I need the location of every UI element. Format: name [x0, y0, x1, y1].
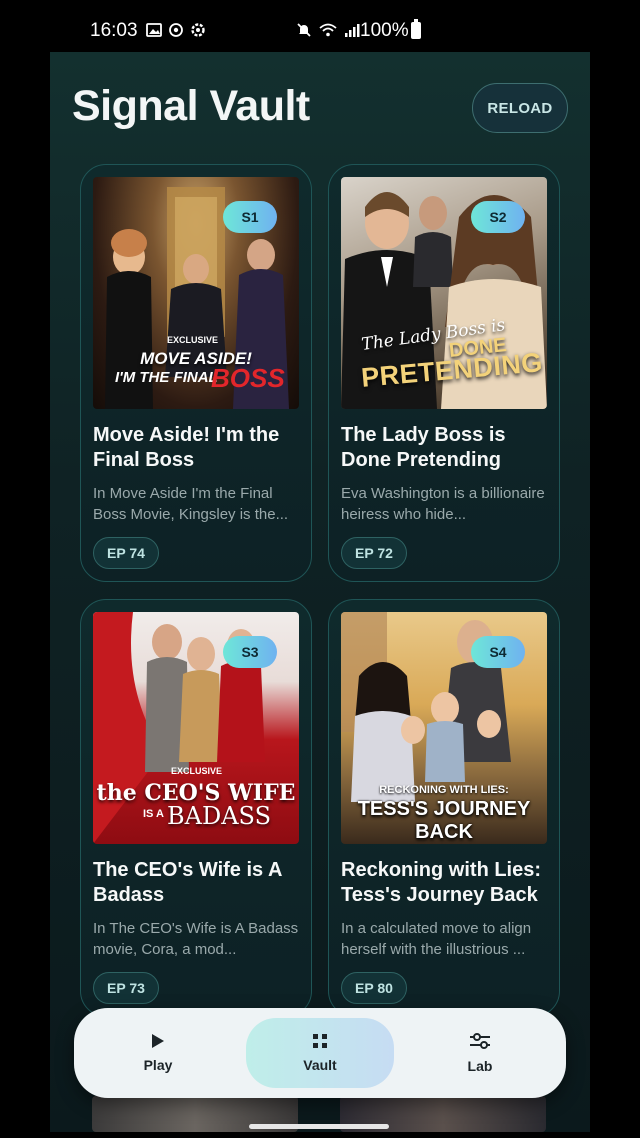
- poster-exclusive-label: EXCLUSIVE: [167, 335, 219, 345]
- poster-image: EXCLUSIVE the CEO'S WIFE IS A BADASS S3: [93, 612, 299, 844]
- app-screen: Signal Vault RELOAD EXCLUSIVE MOVE ASIDE…: [50, 52, 590, 1132]
- home-indicator[interactable]: [249, 1124, 389, 1129]
- nav-item-lab[interactable]: Lab: [406, 1018, 554, 1088]
- card-title: Reckoning with Lies: Tess's Journey Back: [341, 859, 542, 906]
- poster-image: EXCLUSIVE MOVE ASIDE! I'M THE FINAL BOSS…: [93, 177, 299, 409]
- sync-icon: [169, 23, 183, 37]
- poster-title-line1: RECKONING WITH LIES:: [379, 784, 509, 796]
- nav-item-play[interactable]: Play: [84, 1018, 232, 1088]
- card-description: Eva Washington is a billionaire heiress …: [341, 485, 545, 523]
- nav-item-label: Vault: [303, 1057, 337, 1073]
- card-description: In Move Aside I'm the Final Boss Movie, …: [93, 485, 289, 523]
- season-badge: S3: [223, 636, 277, 668]
- poster-image: RECKONING WITH LIES: TESS'S JOURNEY BACK…: [341, 612, 547, 844]
- card-title: Move Aside! I'm the Final Boss: [93, 424, 280, 471]
- season-badge: S2: [471, 201, 525, 233]
- season-badge: S4: [471, 636, 525, 668]
- card-title: The CEO's Wife is A Badass: [93, 859, 282, 906]
- status-system-icons: [296, 22, 360, 38]
- status-bar: 16:03 100%: [0, 0, 640, 52]
- nav-item-vault[interactable]: Vault: [246, 1018, 394, 1088]
- card-description: In a calculated move to align herself wi…: [341, 920, 532, 958]
- show-card[interactable]: RECKONING WITH LIES: TESS'S JOURNEY BACK…: [328, 599, 560, 1017]
- signal-icon: [345, 24, 360, 37]
- card-title: The Lady Boss is Done Pretending: [341, 424, 506, 471]
- page-title: Signal Vault: [72, 82, 310, 130]
- show-card[interactable]: EXCLUSIVE MOVE ASIDE! I'M THE FINAL BOSS…: [80, 164, 312, 582]
- season-badge: S1: [223, 201, 277, 233]
- gear-icon: [191, 23, 205, 37]
- grid-icon: [313, 1034, 327, 1048]
- image-icon: [146, 23, 162, 37]
- status-time: 16:03: [90, 20, 138, 41]
- battery-percentage: 100%: [360, 20, 409, 41]
- wifi-icon: [319, 23, 337, 37]
- poster-image: The Lady Boss is DONE PRETENDING S2: [341, 177, 547, 409]
- poster-exclusive-label: EXCLUSIVE: [171, 766, 223, 776]
- reload-button[interactable]: RELOAD: [472, 83, 568, 133]
- episode-count-badge: EP 72: [341, 537, 407, 569]
- nav-item-label: Play: [143, 1057, 173, 1073]
- show-card[interactable]: The Lady Boss is DONE PRETENDING S2 The …: [328, 164, 560, 582]
- poster-title-line2: IS A: [143, 808, 164, 820]
- play-icon: [152, 1034, 164, 1048]
- mute-icon: [297, 23, 311, 37]
- card-description: In The CEO's Wife is A Badass movie, Cor…: [93, 920, 299, 958]
- episode-count-badge: EP 73: [93, 972, 159, 1004]
- poster-title-line3: BOSS: [211, 363, 285, 393]
- poster-title-line2: I'M THE FINAL: [115, 369, 218, 386]
- show-card[interactable]: EXCLUSIVE the CEO'S WIFE IS A BADASS S3 …: [80, 599, 312, 1017]
- nav-item-label: Lab: [467, 1058, 493, 1074]
- episode-count-badge: EP 74: [93, 537, 159, 569]
- poster-title-line3: BADASS: [167, 802, 272, 830]
- poster-title-line2: TESS'S JOURNEY BACK: [357, 798, 531, 843]
- sliders-icon: [470, 1033, 490, 1049]
- episode-count-badge: EP 80: [341, 972, 407, 1004]
- battery-icon: [411, 19, 421, 39]
- status-notification-icons: [146, 22, 206, 38]
- bottom-navigation: Play Vault Lab: [74, 1008, 566, 1098]
